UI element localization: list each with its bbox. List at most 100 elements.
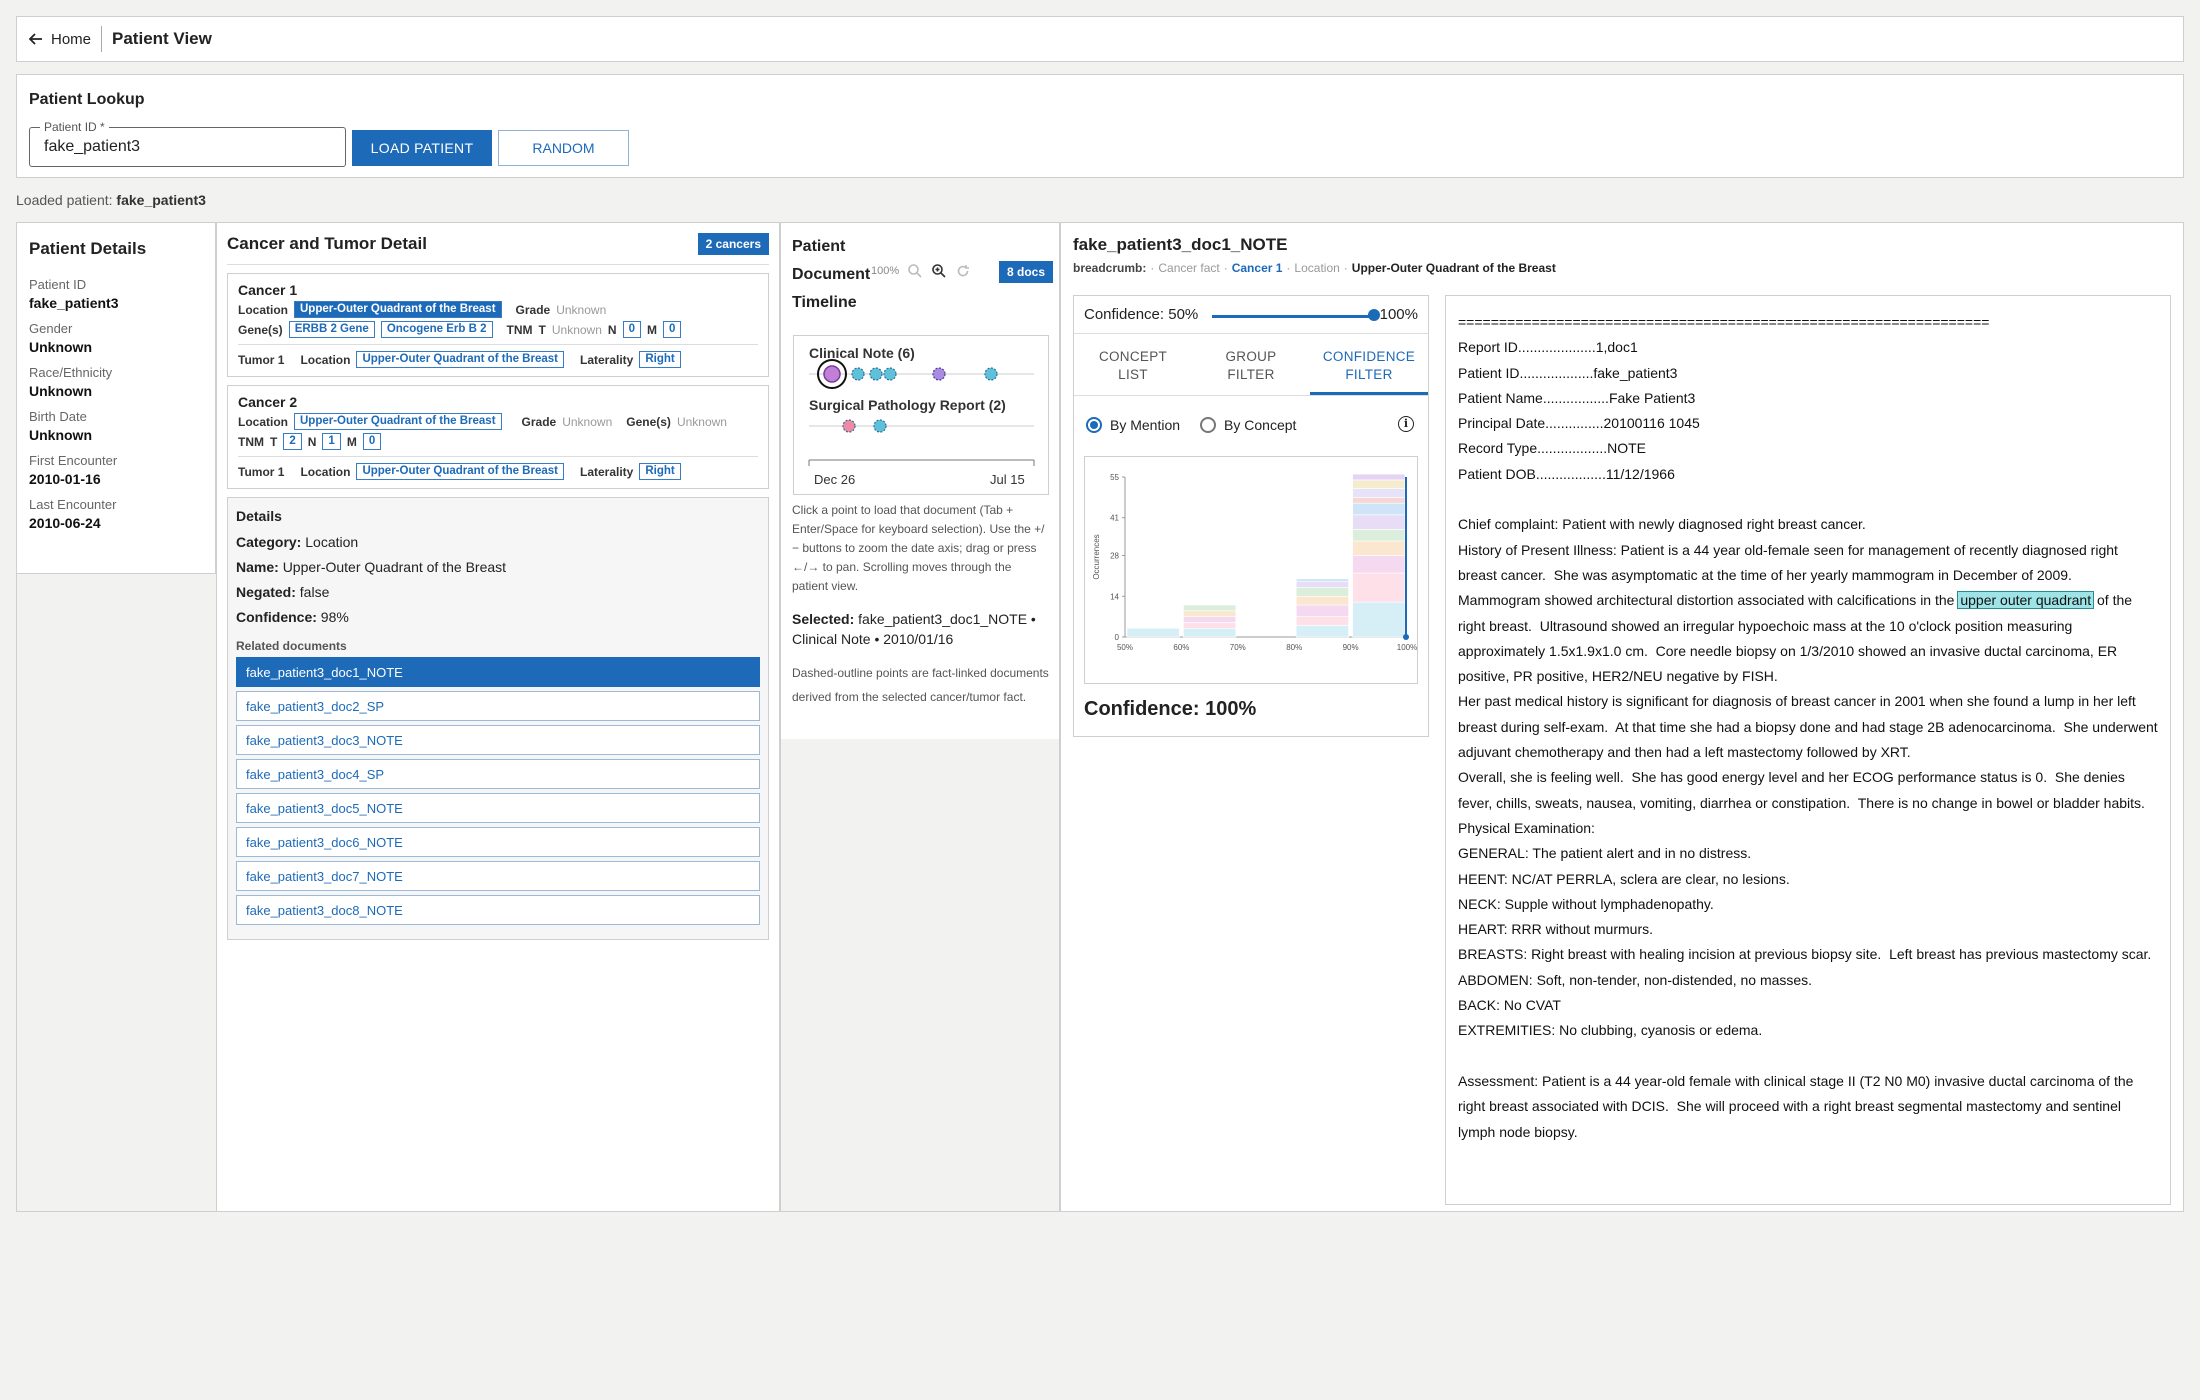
lane-label-clinical: Clinical Note (6) <box>809 345 915 361</box>
tumor-label: Tumor 1 <box>238 464 285 479</box>
load-patient-button[interactable]: LOAD PATIENT <box>352 130 492 166</box>
histogram-bar-segment <box>1352 514 1406 530</box>
m-chip[interactable]: 0 <box>362 433 382 450</box>
report-line: GENERAL: The patient alert and in no dis… <box>1458 845 1752 862</box>
radio-by-concept[interactable]: By Concept <box>1200 417 1296 433</box>
laterality-chip[interactable]: Right <box>639 463 681 480</box>
tumor-location-chip[interactable]: Upper-Outer Quadrant of the Breast <box>356 351 564 368</box>
random-button[interactable]: RANDOM <box>498 130 629 166</box>
highlighted-mention[interactable]: upper outer quadrant <box>1957 591 2095 610</box>
tab-group-filter[interactable]: GROUP FILTER <box>1192 334 1310 395</box>
patient-id-field[interactable]: Patient ID * fake_patient3 <box>29 120 346 167</box>
doc-point[interactable] <box>851 367 865 381</box>
axis-end: Jul 15 <box>990 472 1025 487</box>
crumb-item[interactable]: Upper-Outer Quadrant of the Breast <box>1352 261 1556 275</box>
crumb-item[interactable]: Cancer 1 <box>1232 261 1283 275</box>
related-docs-label: Related documents <box>236 639 347 653</box>
related-document[interactable]: fake_patient3_doc3_NOTE <box>236 725 760 755</box>
patient-field: Gender Unknown <box>29 321 203 355</box>
x-tick-label: 80% <box>1286 643 1302 652</box>
report-line: HEENT: NC/AT PERRLA, sclera are clear, n… <box>1458 870 1790 887</box>
t-label: T <box>270 434 278 449</box>
n-chip[interactable]: 1 <box>322 433 341 450</box>
report-line: Overall, she is feeling well. She has go… <box>1458 769 2125 786</box>
doc-point[interactable] <box>873 419 887 433</box>
tab-confidence-filter[interactable]: CONFIDENCE FILTER <box>1310 334 1428 395</box>
genes-label: Gene(s) <box>626 414 671 429</box>
report-line: ABDOMEN: Soft, non-tender, non-distended… <box>1458 971 1813 988</box>
document-panel: fake_patient3_doc1_NOTE breadcrumb: · Can… <box>1060 222 2184 1212</box>
histogram-bar-segment <box>1295 587 1349 597</box>
m-chip[interactable]: 0 <box>662 321 682 338</box>
gene-chip[interactable]: ERBB 2 Gene <box>288 321 375 338</box>
n-chip[interactable]: 0 <box>622 321 641 338</box>
field-label: Race/Ethnicity <box>29 365 113 380</box>
field-value: fake_patient3 <box>29 295 119 311</box>
tab-concept-list[interactable]: CONCEPT LIST <box>1074 334 1192 395</box>
cancer-title: Cancer 2 <box>238 394 298 410</box>
doc-point[interactable] <box>869 367 883 381</box>
cancer-card-1[interactable]: Cancer 1 Location Upper-Outer Quadrant o… <box>227 273 769 377</box>
loaded-patient-status: Loaded patient: fake_patient3 <box>16 192 206 208</box>
patient-details-heading: Patient Details <box>29 239 147 258</box>
location-chip[interactable]: Upper-Outer Quadrant of the Breast <box>294 413 502 430</box>
home-button[interactable]: Home <box>29 26 103 52</box>
related-document[interactable]: fake_patient3_doc5_NOTE <box>236 793 760 823</box>
patient-id-input[interactable]: fake_patient3 <box>44 138 140 156</box>
threshold-handle[interactable] <box>1403 634 1409 640</box>
related-document[interactable]: fake_patient3_doc2_SP <box>236 691 760 721</box>
related-document[interactable]: fake_patient3_doc4_SP <box>236 759 760 789</box>
crumb-item[interactable]: Cancer fact <box>1158 261 1219 275</box>
radio-by-mention[interactable]: By Mention <box>1086 417 1180 433</box>
timeline-chart[interactable]: Clinical Note (6) Surgical Pathology Rep… <box>793 335 1049 495</box>
t-value: Unknown <box>551 322 602 337</box>
slider-thumb[interactable] <box>1368 309 1380 321</box>
histogram-bar-segment <box>1352 540 1406 556</box>
timeline-help: Click a point to load that document (Tab… <box>792 503 1045 593</box>
tumor-label: Tumor 1 <box>238 352 285 367</box>
report-line: History of Present Illness: Patient is a… <box>1458 541 2118 558</box>
info-icon[interactable]: i <box>1398 416 1414 432</box>
grade-value: Unknown <box>562 414 613 429</box>
location-chip[interactable]: Upper-Outer Quadrant of the Breast <box>294 301 502 318</box>
laterality-chip[interactable]: Right <box>639 351 681 368</box>
cancer-card-2[interactable]: Cancer 2 Location Upper-Outer Quadrant o… <box>227 385 769 489</box>
cancer-tumor-panel: Cancer and Tumor Detail 2 cancers Cancer… <box>216 222 780 1212</box>
report-line: BREASTS: Right breast with healing incis… <box>1458 946 2152 963</box>
report-line: Physical Examination: <box>1458 819 1595 836</box>
n-label: N <box>307 434 317 449</box>
confidence-histogram: 0 14 28 41 55 50% 60% 70% 80% 90% 100% Occurrences <box>1084 456 1418 684</box>
zoom-in-icon[interactable] <box>931 263 947 279</box>
histogram-bar-segment <box>1352 529 1406 542</box>
y-tick-label: 14 <box>1110 592 1119 601</box>
doc-point[interactable] <box>932 367 946 381</box>
tumor-location-label: Location <box>300 464 351 479</box>
timeline-panel: Patient Document Timeline 100% 8 docs Cl… <box>780 222 1060 1212</box>
related-document[interactable]: fake_patient3_doc8_NOTE <box>236 895 760 925</box>
tnm-label: TNM <box>506 322 533 337</box>
x-tick-label: 60% <box>1173 643 1189 652</box>
reset-icon[interactable] <box>955 263 971 279</box>
related-document[interactable]: fake_patient3_doc6_NOTE <box>236 827 760 857</box>
zoom-out-icon[interactable] <box>907 263 923 279</box>
doc-point[interactable] <box>842 419 856 433</box>
gene-chip[interactable]: Oncogene Erb B 2 <box>380 321 493 338</box>
patient-field: Birth Date Unknown <box>29 409 203 443</box>
tumor-location-label: Location <box>300 352 351 367</box>
report-line: Principal Date...............20100116 10… <box>1458 415 1700 432</box>
t-chip[interactable]: 2 <box>283 433 302 450</box>
related-document[interactable]: fake_patient3_doc1_NOTE <box>236 657 760 687</box>
histogram-bar-segment <box>1183 627 1237 638</box>
patient-details-panel: Patient Details Patient ID fake_patient3 G… <box>16 222 216 574</box>
zoom-level: 100% <box>871 265 900 277</box>
histogram-bar-segment <box>1183 622 1237 629</box>
report-line: adjuvant chemotherapy and then had a lef… <box>1458 744 1911 761</box>
crumb-item[interactable]: Location <box>1294 261 1339 275</box>
confidence-slider[interactable] <box>1212 315 1372 318</box>
tumor-location-chip[interactable]: Upper-Outer Quadrant of the Breast <box>356 463 564 480</box>
doc-point[interactable] <box>984 367 998 381</box>
related-document[interactable]: fake_patient3_doc7_NOTE <box>236 861 760 891</box>
histogram-bar-segment <box>1352 555 1406 574</box>
doc-point[interactable] <box>883 367 897 381</box>
lookup-heading: Patient Lookup <box>29 91 145 108</box>
